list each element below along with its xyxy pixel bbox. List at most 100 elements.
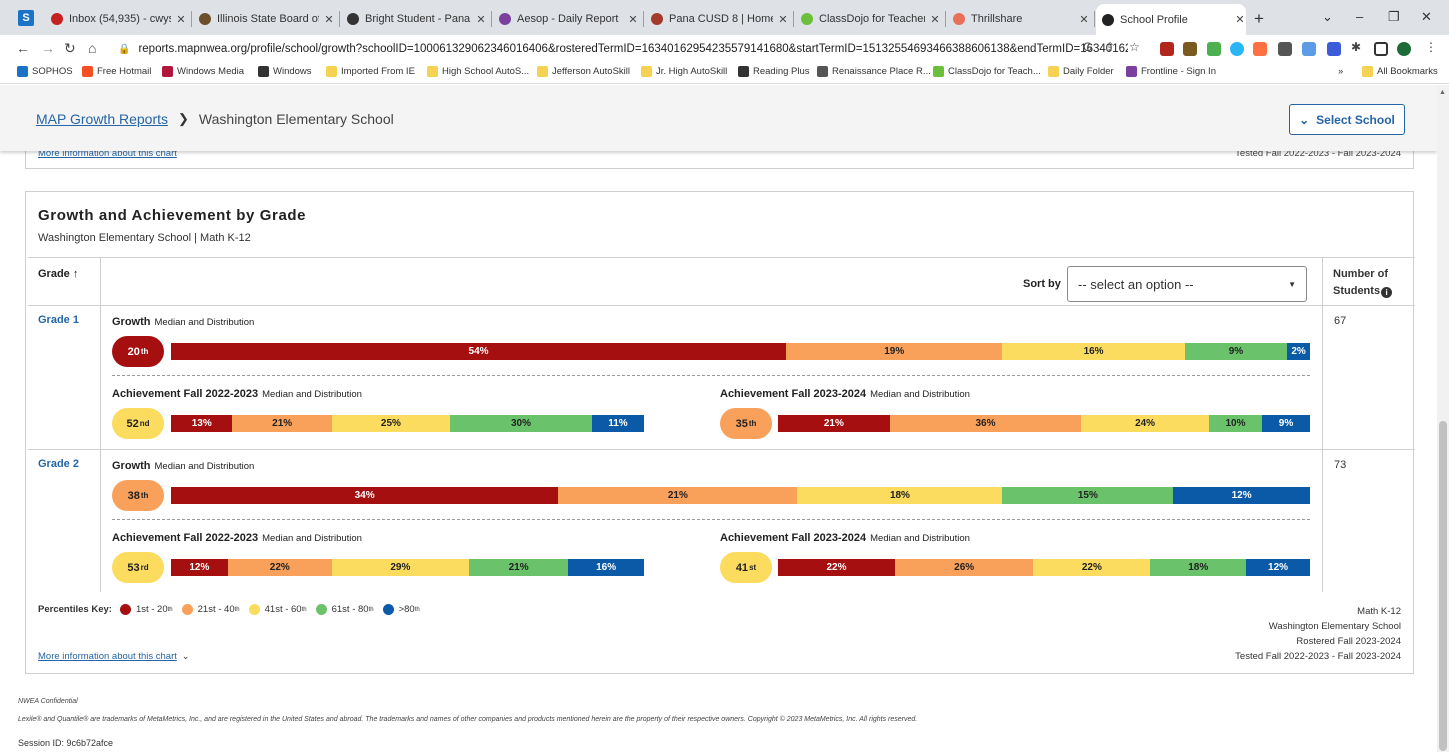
scroll-up-icon[interactable]: ▲	[1439, 89, 1446, 96]
tab-close-icon[interactable]: ✕	[323, 13, 335, 26]
bookmark-item[interactable]: Frontline - Sign In	[1126, 66, 1216, 77]
distribution-segment[interactable]: 36%	[889, 415, 1082, 432]
extension-icon[interactable]	[1327, 42, 1341, 56]
omnibox[interactable]: 🔒 reports.mapnwea.org/profile/school/gro…	[108, 38, 1128, 60]
bookmark-item[interactable]: Imported From IE	[326, 66, 415, 77]
google-icon[interactable]: G	[1083, 40, 1092, 54]
url-text[interactable]: reports.mapnwea.org/profile/school/growt…	[138, 43, 1128, 55]
bookmark-item[interactable]: Windows Media	[162, 66, 244, 77]
distribution-segment[interactable]: 25%	[331, 415, 451, 432]
distribution-segment[interactable]: 16%	[1002, 343, 1185, 360]
distribution-segment[interactable]: 12%	[1173, 487, 1310, 504]
distribution-segment[interactable]: 21%	[468, 559, 569, 576]
distribution-segment[interactable]: 18%	[1150, 559, 1247, 576]
bookmark-item[interactable]: Renaissance Place R...	[817, 66, 931, 77]
distribution-segment[interactable]: 26%	[895, 559, 1034, 576]
distribution-segment[interactable]: 34%	[171, 487, 559, 504]
info-icon[interactable]: i	[1381, 287, 1393, 298]
reload-icon[interactable]: ↻	[64, 40, 76, 57]
bookmark-item[interactable]: ClassDojo for Teach...	[933, 66, 1041, 77]
extension-new-icon[interactable]	[1183, 42, 1197, 56]
breadcrumb-map-growth-reports[interactable]: MAP Growth Reports	[36, 111, 168, 127]
tab-search-icon[interactable]: ⌄	[1322, 9, 1333, 25]
distribution-segment[interactable]: 21%	[778, 415, 890, 432]
distribution-segment[interactable]: 15%	[1002, 487, 1174, 504]
distribution-segment[interactable]: 9%	[1184, 343, 1288, 360]
browser-tab[interactable]: Thrillshare ✕	[947, 8, 1095, 30]
extension-icon[interactable]	[1302, 42, 1316, 56]
grade-link[interactable]: Grade 1	[38, 314, 79, 326]
bookmark-item[interactable]: Windows	[258, 66, 312, 77]
bookmarks-overflow-icon[interactable]: »	[1338, 66, 1343, 77]
distribution-segment[interactable]: 12%	[1246, 559, 1310, 576]
tab-close-icon[interactable]: ✕	[175, 13, 187, 26]
distribution-segment[interactable]: 30%	[450, 415, 592, 432]
browser-tab[interactable]: Inbox (54,935) - cwysong ✕	[45, 8, 192, 30]
tab-close-icon[interactable]: ✕	[627, 13, 639, 26]
tab-close-icon[interactable]: ✕	[929, 13, 941, 26]
extension-icon[interactable]	[1207, 42, 1221, 56]
forward-icon[interactable]: →	[41, 40, 55, 56]
bookmark-item[interactable]: Daily Folder	[1048, 66, 1114, 77]
tab-close-icon[interactable]: ✕	[777, 13, 789, 26]
extension-icon[interactable]	[1253, 42, 1267, 56]
distribution-segment[interactable]: 12%	[171, 559, 228, 576]
side-panel-icon[interactable]	[1374, 42, 1388, 56]
tab-close-icon[interactable]: ✕	[1234, 13, 1246, 26]
select-school-button[interactable]: ⌄ Select School	[1289, 104, 1405, 135]
distribution-segment[interactable]: 21%	[232, 415, 332, 432]
section-title-text: Growth	[112, 460, 151, 472]
distribution-segment[interactable]: 22%	[778, 559, 896, 576]
share-icon[interactable]: ⇪	[1105, 40, 1115, 54]
distribution-segment[interactable]: 22%	[227, 559, 332, 576]
more-info-link[interactable]: More information about this chart ⌄	[38, 651, 189, 662]
distribution-segment[interactable]: 24%	[1081, 415, 1209, 432]
menu-kebab-icon[interactable]: ⋮	[1425, 40, 1437, 54]
distribution-segment[interactable]: 11%	[591, 415, 644, 432]
distribution-segment[interactable]: 22%	[1033, 559, 1151, 576]
sort-select[interactable]: -- select an option -- ▼	[1067, 266, 1307, 302]
bookmark-item[interactable]: Jr. High AutoSkill	[641, 66, 727, 77]
bookmark-item[interactable]: Free Hotmail	[82, 66, 151, 77]
scrollbar-thumb[interactable]	[1439, 421, 1447, 751]
distribution-segment[interactable]: 9%	[1262, 415, 1310, 432]
tab-close-icon[interactable]: ✕	[475, 13, 487, 26]
distribution-segment[interactable]: 21%	[558, 487, 798, 504]
browser-tab[interactable]: Illinois State Board of Edu ✕	[193, 8, 340, 30]
new-tab-icon[interactable]: +	[1254, 9, 1264, 29]
extension-icon[interactable]	[1230, 42, 1244, 56]
bookmark-item[interactable]: Jefferson AutoSkill	[537, 66, 630, 77]
home-icon[interactable]: ⌂	[88, 40, 96, 56]
distribution-segment[interactable]: 18%	[797, 487, 1003, 504]
grade-sort-header[interactable]: Grade ↑	[38, 268, 78, 280]
distribution-segment[interactable]: 29%	[331, 559, 469, 576]
browser-tab[interactable]: ClassDojo for Teachers ✕	[795, 8, 946, 30]
minimize-icon[interactable]: –	[1356, 9, 1363, 24]
browser-tab[interactable]: Aesop - Daily Report ✕	[493, 8, 644, 30]
all-bookmarks[interactable]: All Bookmarks	[1362, 66, 1438, 77]
distribution-segment[interactable]: 10%	[1208, 415, 1263, 432]
bookmark-item[interactable]: Reading Plus	[738, 66, 810, 77]
browser-tab[interactable]: Bright Student - Pana Com ✕	[341, 8, 492, 30]
bookmark-star-icon[interactable]: ☆	[1129, 40, 1140, 54]
bookmark-item[interactable]: High School AutoS...	[427, 66, 529, 77]
extensions-puzzle-icon[interactable]: ✱	[1351, 40, 1361, 54]
browser-tab[interactable]: School Profile ✕	[1096, 4, 1246, 35]
browser-tab[interactable]: Pana CUSD 8 | Home ✕	[645, 8, 794, 30]
profile-avatar-icon[interactable]	[1397, 42, 1411, 56]
extension-icon[interactable]	[1278, 42, 1292, 56]
extension-icon[interactable]	[1160, 42, 1174, 56]
tab-close-icon[interactable]: ✕	[1078, 13, 1090, 26]
restore-icon[interactable]: ❐	[1388, 9, 1400, 25]
bookmark-item[interactable]: SOPHOS	[17, 66, 73, 77]
distribution-segment[interactable]: 2%	[1287, 343, 1310, 360]
distribution-segment[interactable]: 13%	[171, 415, 233, 432]
grade-link[interactable]: Grade 2	[38, 458, 79, 470]
back-icon[interactable]: ←	[16, 40, 30, 56]
distribution-segment[interactable]: 16%	[568, 559, 644, 576]
distribution-segment[interactable]: 19%	[786, 343, 1003, 360]
distribution-segment[interactable]: 54%	[171, 343, 787, 360]
close-window-icon[interactable]: ✕	[1421, 9, 1432, 25]
sophos-app-icon[interactable]: S	[18, 10, 34, 26]
page-scrollbar[interactable]: ▲	[1437, 85, 1449, 752]
